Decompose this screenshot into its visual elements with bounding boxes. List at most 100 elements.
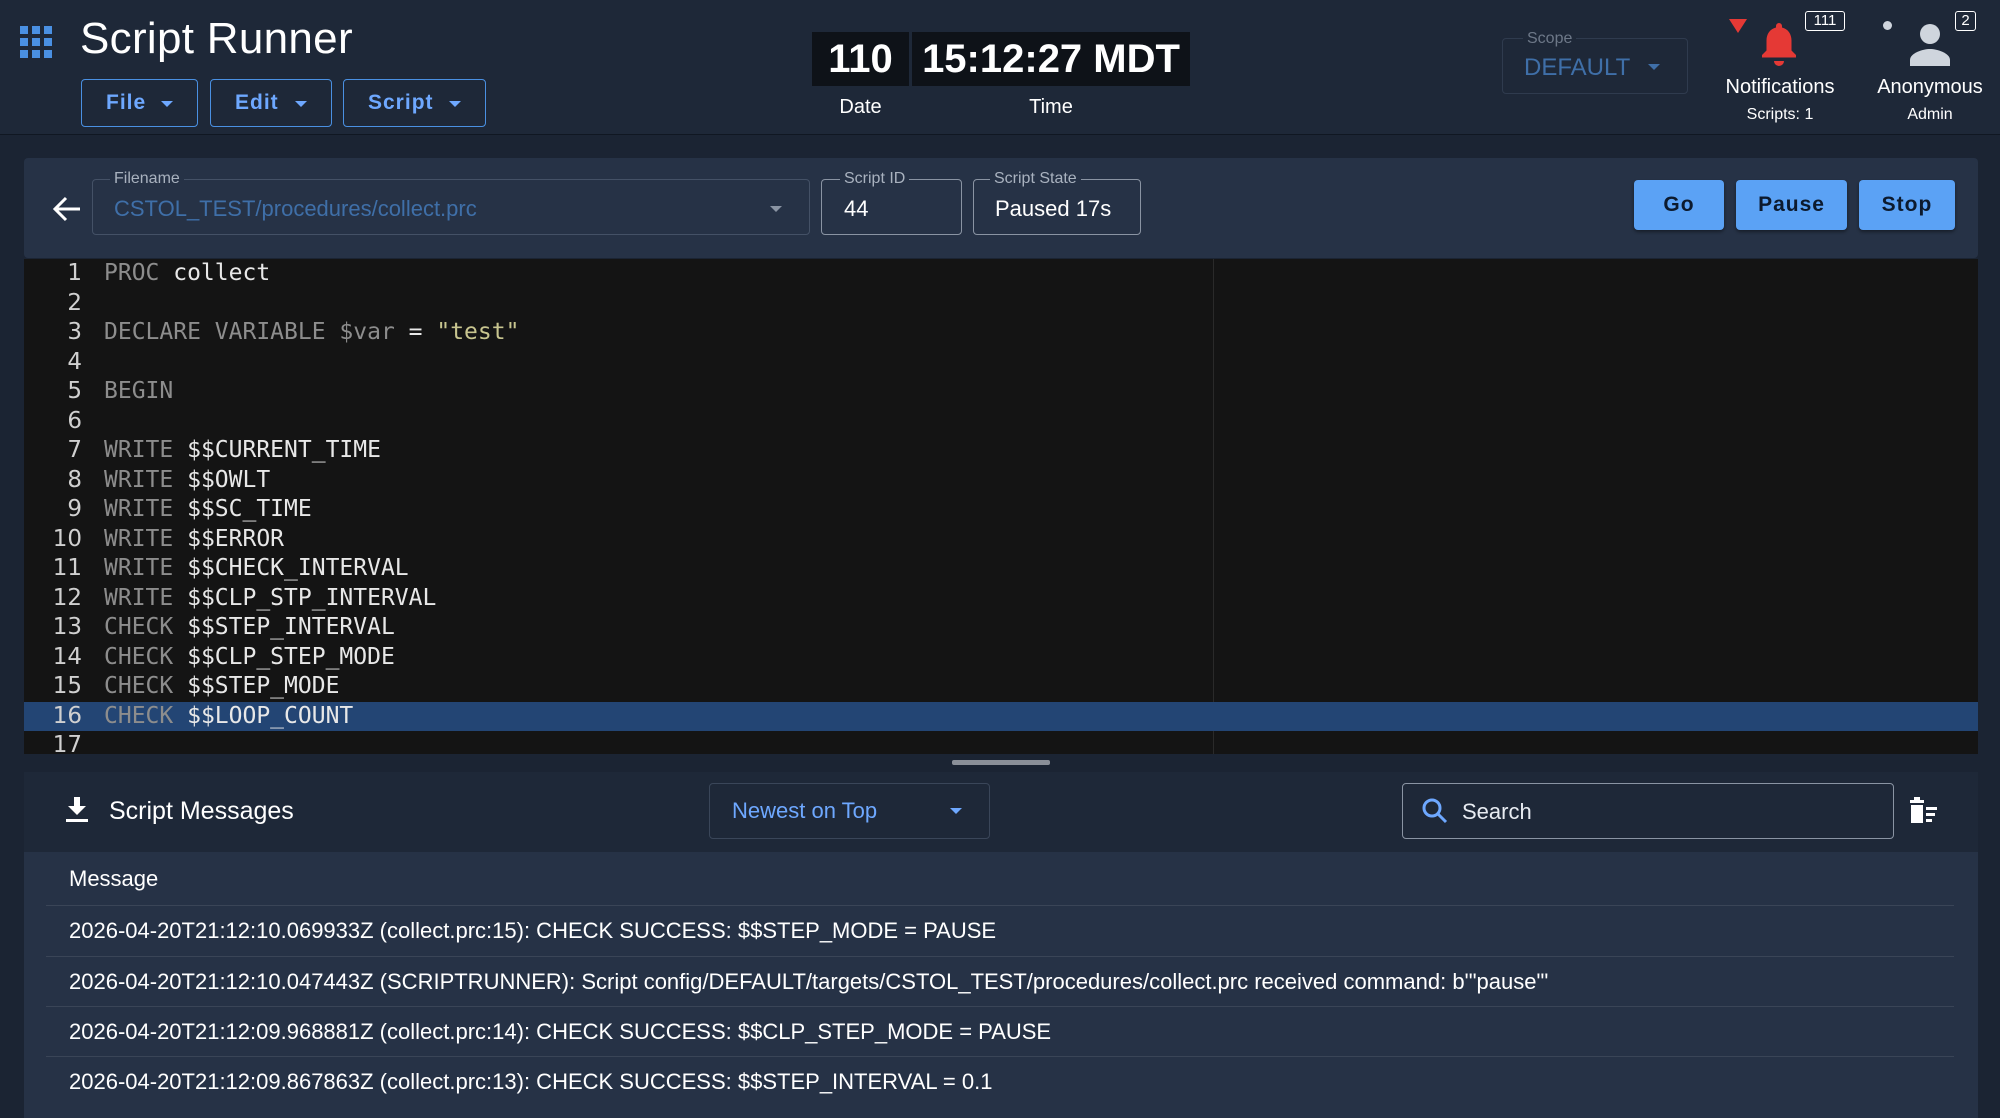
code-text: WRITE $$CLP_STP_INTERVAL bbox=[104, 584, 436, 614]
code-keyword: CHECK bbox=[104, 643, 174, 670]
message-cell: 2026-04-20T21:12:09.867863Z (collect.prc… bbox=[69, 1069, 993, 1094]
code-text: BEGIN bbox=[104, 377, 173, 407]
code-identifier: $$CLP_STEP_MODE bbox=[173, 643, 395, 670]
line-number: 2 bbox=[67, 289, 82, 316]
code-line[interactable]: 1 PROC collect bbox=[24, 259, 1978, 289]
code-line[interactable]: 8 WRITE $$OWLT bbox=[24, 466, 1978, 496]
code-keyword: DECLARE VARIABLE bbox=[104, 319, 326, 345]
user-badge: 2 bbox=[1955, 11, 1976, 31]
notifications-label[interactable]: Notifications bbox=[1700, 76, 1860, 99]
code-line[interactable]: 16 CHECK $$LOOP_COUNT bbox=[24, 701, 1978, 732]
code-identifier: $var = bbox=[339, 319, 437, 345]
line-number: 11 bbox=[52, 555, 82, 581]
code-line[interactable]: 7 WRITE $$CURRENT_TIME bbox=[24, 436, 1978, 466]
chevron-down-icon bbox=[1648, 64, 1660, 70]
app-title: Script Runner bbox=[80, 14, 353, 63]
code-text: WRITE $$ERROR bbox=[104, 525, 284, 555]
notification-count-badge: 111 bbox=[1805, 11, 1845, 31]
code-keyword: WRITE bbox=[104, 466, 174, 493]
code-keyword: WRITE bbox=[104, 437, 174, 463]
code-line[interactable]: 13 CHECK $$STEP_INTERVAL bbox=[24, 613, 1978, 643]
code-text: CHECK $$STEP_MODE bbox=[104, 672, 339, 702]
go-button[interactable]: Go bbox=[1634, 180, 1724, 230]
table-row: 2026-04-20T21:12:09.867863Z (collect.prc… bbox=[46, 1056, 1954, 1107]
line-number: 1 bbox=[67, 260, 82, 286]
scope-label: Scope bbox=[1523, 30, 1577, 48]
code-identifier: $$ERROR bbox=[173, 525, 285, 552]
code-line[interactable]: 4 bbox=[24, 348, 1978, 378]
code-line[interactable]: 2 bbox=[24, 289, 1978, 319]
arrow-left-icon[interactable] bbox=[52, 196, 82, 222]
message-column-header[interactable]: Message bbox=[69, 866, 158, 892]
script-state-value: Paused 17s bbox=[995, 196, 1112, 221]
line-number: 9 bbox=[67, 496, 82, 522]
code-identifier: $$STEP_MODE bbox=[173, 673, 340, 699]
search-input[interactable] bbox=[1460, 788, 1884, 836]
stop-button[interactable]: Stop bbox=[1859, 180, 1955, 230]
code-line[interactable]: 11 WRITE $$CHECK_INTERVAL bbox=[24, 554, 1978, 584]
code-text: PROC collect bbox=[104, 259, 270, 289]
messages-title: Script Messages bbox=[109, 797, 294, 825]
code-text: CHECK $$STEP_INTERVAL bbox=[104, 613, 395, 643]
time-label: Time bbox=[1029, 96, 1073, 118]
script-state-label: Script State bbox=[990, 170, 1081, 188]
code-line[interactable]: 17 bbox=[24, 731, 1978, 754]
sort-order-value: Newest on Top bbox=[732, 798, 878, 823]
chevron-down-icon bbox=[161, 101, 173, 107]
code-identifier: collect bbox=[159, 260, 271, 286]
code-line[interactable]: 5 BEGIN bbox=[24, 377, 1978, 407]
line-number: 5 bbox=[67, 378, 82, 404]
search-icon bbox=[1422, 798, 1448, 824]
notifications-scripts-count: Scripts: 1 bbox=[1746, 106, 1814, 123]
script-menu-button[interactable]: Script bbox=[343, 79, 486, 127]
message-cell: 2026-04-20T21:12:10.047443Z (SCRIPTRUNNE… bbox=[69, 969, 1549, 994]
code-line[interactable]: 12 WRITE $$CLP_STP_INTERVAL bbox=[24, 584, 1978, 614]
code-keyword: WRITE bbox=[104, 555, 174, 581]
file-menu-label: File bbox=[106, 91, 147, 114]
chevron-down-icon bbox=[770, 206, 782, 212]
line-number: 13 bbox=[52, 614, 82, 640]
table-row: 2026-04-20T21:12:10.047443Z (SCRIPTRUNNE… bbox=[46, 956, 1954, 1007]
download-icon[interactable] bbox=[66, 797, 88, 823]
filename-label: Filename bbox=[110, 170, 184, 188]
line-number: 4 bbox=[67, 348, 82, 375]
resize-handle[interactable] bbox=[952, 760, 1050, 765]
chevron-down-icon bbox=[950, 808, 962, 814]
user-name[interactable]: Anonymous bbox=[1860, 76, 2000, 99]
date-label: Date bbox=[839, 96, 882, 118]
edit-menu-button[interactable]: Edit bbox=[210, 79, 332, 127]
code-text: WRITE $$OWLT bbox=[104, 466, 270, 496]
code-keyword: WRITE bbox=[104, 525, 174, 552]
code-line[interactable]: 15 CHECK $$STEP_MODE bbox=[24, 672, 1978, 702]
line-number: 10 bbox=[52, 525, 82, 552]
person-icon[interactable] bbox=[1909, 22, 1951, 66]
user-role: Admin bbox=[1907, 106, 1953, 123]
line-number: 3 bbox=[67, 319, 82, 345]
pause-button[interactable]: Pause bbox=[1736, 180, 1847, 230]
code-line[interactable]: 10 WRITE $$ERROR bbox=[24, 525, 1978, 555]
chevron-down-icon bbox=[449, 101, 461, 107]
code-keyword: WRITE bbox=[104, 584, 174, 611]
code-editor[interactable]: 1 PROC collect 2 3 DECLARE VARIABLE $var = "… bbox=[24, 259, 1978, 754]
line-number: 14 bbox=[52, 643, 82, 670]
code-identifier: $$OWLT bbox=[173, 466, 271, 493]
date-display: 110 bbox=[812, 32, 909, 86]
alert-triangle-icon bbox=[1729, 19, 1747, 33]
clear-messages-icon[interactable] bbox=[1907, 797, 1939, 825]
line-number: 6 bbox=[67, 407, 82, 434]
code-line[interactable]: 9 WRITE $$SC_TIME bbox=[24, 495, 1978, 525]
apps-grid-icon[interactable] bbox=[20, 26, 52, 58]
code-keyword: BEGIN bbox=[104, 378, 174, 404]
code-text: WRITE $$CURRENT_TIME bbox=[104, 436, 381, 466]
code-text: CHECK $$LOOP_COUNT bbox=[104, 702, 353, 732]
code-keyword: PROC bbox=[104, 260, 160, 286]
code-line[interactable]: 14 CHECK $$CLP_STEP_MODE bbox=[24, 643, 1978, 673]
line-number: 17 bbox=[52, 732, 82, 754]
code-identifier: $$CLP_STP_INTERVAL bbox=[173, 584, 437, 611]
code-line[interactable]: 3 DECLARE VARIABLE $var = "test" bbox=[24, 318, 1978, 348]
code-identifier: $$STEP_INTERVAL bbox=[173, 614, 395, 640]
bell-icon[interactable] bbox=[1759, 20, 1799, 66]
script-id-value: 44 bbox=[844, 196, 869, 221]
code-line[interactable]: 6 bbox=[24, 407, 1978, 437]
file-menu-button[interactable]: File bbox=[81, 79, 198, 127]
